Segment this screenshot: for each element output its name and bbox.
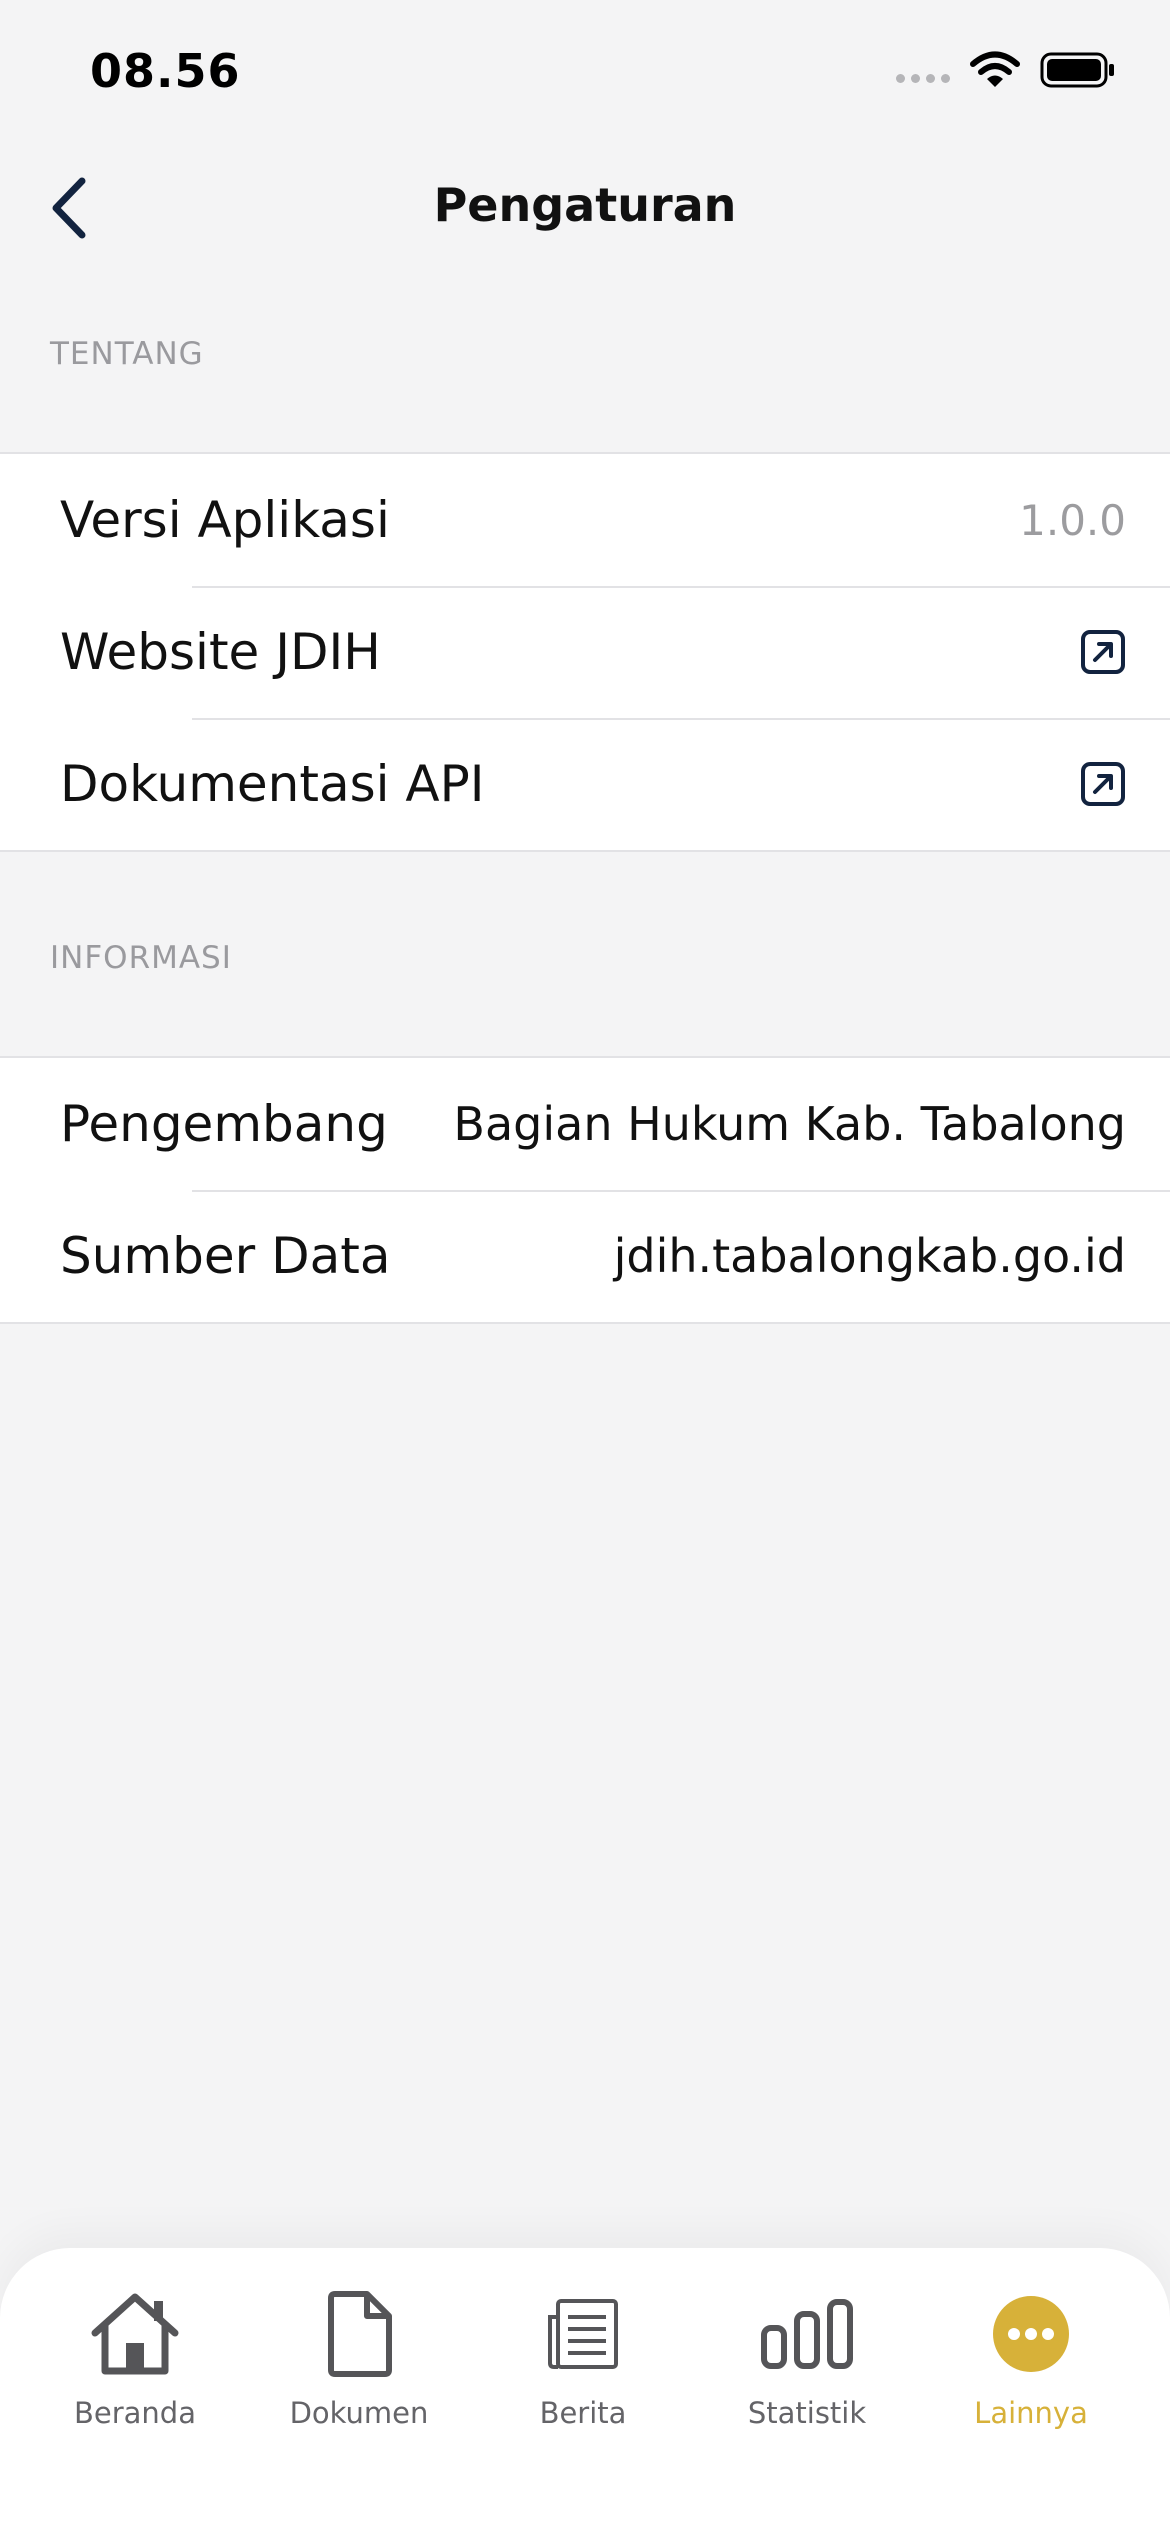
document-icon [311,2286,407,2382]
navigation-bar: Pengaturan [0,150,1170,270]
status-bar: 08.56 [0,0,1170,150]
row-label: Pengembang [60,1095,388,1153]
more-icon [983,2286,1079,2382]
news-icon [535,2286,631,2382]
tab-label: Dokumen [289,2396,429,2430]
section-header-informasi: INFORMASI [50,940,232,976]
bar-chart-icon [759,2286,855,2382]
status-icons [896,50,1116,90]
list-group-informasi: Pengembang Bagian Hukum Kab. Tabalong Su… [0,1056,1170,1324]
tab-label: Statistik [747,2396,867,2430]
tab-beranda[interactable]: Beranda [23,2286,247,2466]
tab-label: Lainnya [974,2396,1088,2430]
home-icon [87,2286,183,2382]
developer-value: Bagian Hukum Kab. Tabalong [453,1097,1126,1151]
row-label: Sumber Data [60,1227,391,1285]
app-version-value: 1.0.0 [1019,495,1126,545]
tab-label: Beranda [74,2396,196,2430]
external-link-icon [1080,761,1126,807]
row-api-documentation[interactable]: Dokumentasi API [0,718,1170,850]
row-developer: Pengembang Bagian Hukum Kab. Tabalong [0,1058,1170,1190]
tab-statistik[interactable]: Statistik [695,2286,919,2466]
tab-dokumen[interactable]: Dokumen [247,2286,471,2466]
tab-berita[interactable]: Berita [471,2286,695,2466]
row-label: Dokumentasi API [60,755,485,813]
tab-lainnya[interactable]: Lainnya [919,2286,1143,2466]
row-data-source: Sumber Data jdih.tabalongkab.go.id [0,1190,1170,1322]
external-link-icon [1080,629,1126,675]
battery-icon [1040,52,1114,88]
tab-label: Berita [539,2396,627,2430]
row-label: Website JDIH [60,623,381,681]
page-title: Pengaturan [433,178,737,232]
row-label: Versi Aplikasi [60,491,390,549]
section-header-tentang: TENTANG [50,336,204,372]
cellular-signal-icon [896,73,950,83]
settings-screen: 08.56 Pengaturan TENTANG Versi Aplikasi … [0,0,1170,2532]
status-time: 08.56 [90,44,241,98]
row-app-version: Versi Aplikasi 1.0.0 [0,454,1170,586]
list-group-tentang: Versi Aplikasi 1.0.0 Website JDIH Dokume… [0,452,1170,852]
row-website-jdih[interactable]: Website JDIH [0,586,1170,718]
data-source-value: jdih.tabalongkab.go.id [613,1229,1126,1283]
wifi-icon [970,51,1020,87]
tab-bar: Beranda Dokumen Berita Statistik Lainnya [0,2248,1170,2532]
